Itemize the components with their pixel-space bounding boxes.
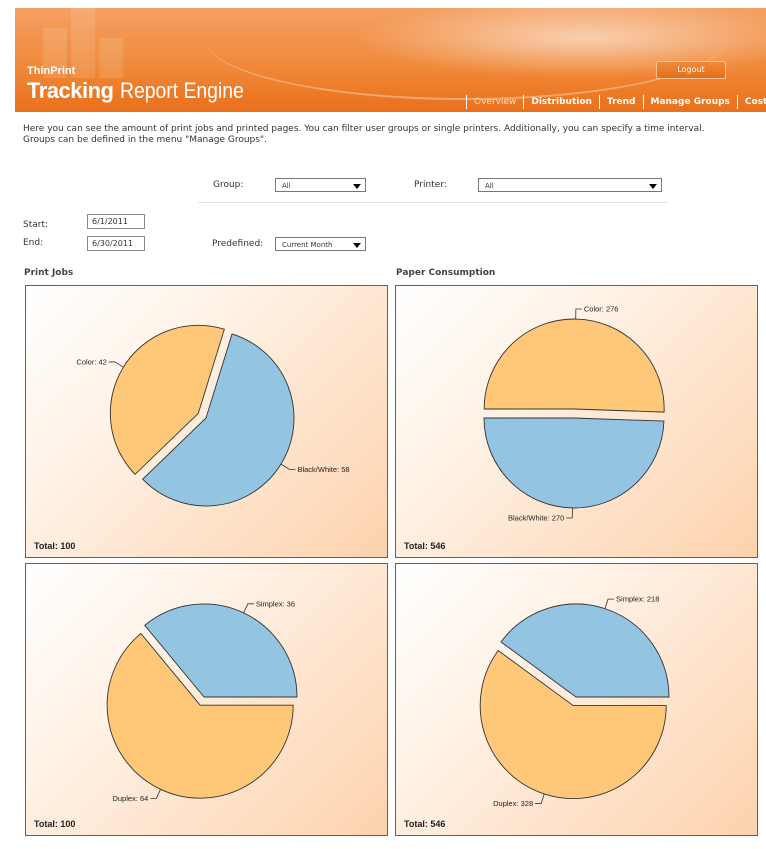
start-label: Start:: [23, 220, 49, 230]
end-date-field[interactable]: 6/30/2011: [87, 236, 145, 251]
brand-company: ThinPrint: [27, 65, 76, 77]
chart-panel-jobs-duplex: Simplex: 36 Duplex: 64 Total: 100: [25, 563, 388, 836]
pie-slice-label: Simplex: 218: [616, 595, 659, 604]
app-header: ThinPrint Tracking Report Engine Logout …: [15, 8, 766, 112]
brand-title-rest: Report Engine: [119, 78, 244, 103]
logout-button[interactable]: Logout: [656, 61, 726, 79]
pie-leader-line: [566, 507, 573, 519]
pie-slice-label: Color: 276: [584, 305, 619, 314]
intro-text: Here you can see the amount of print job…: [23, 124, 705, 145]
pie-slice-label: Duplex: 64: [112, 794, 148, 803]
pie-slice-color: [483, 318, 665, 413]
predefined-label: Predefined:: [212, 239, 264, 249]
pie-slice-label: Black/White: 270: [508, 513, 564, 522]
tab-costs[interactable]: Costs: [736, 95, 766, 109]
chart-total: Total: 100: [34, 541, 76, 551]
chevron-down-icon: [649, 184, 657, 189]
printer-select-value: All: [485, 182, 494, 190]
group-label: Group:: [213, 180, 244, 190]
brand-title: Tracking Report Engine: [27, 78, 260, 104]
pie-slice-label: Simplex: 36: [256, 599, 295, 608]
chart-total: Total: 546: [404, 541, 446, 551]
chart-total: Total: 546: [404, 819, 446, 829]
chart-total: Total: 100: [34, 819, 76, 829]
tab-manage-groups[interactable]: Manage Groups: [642, 95, 737, 109]
pie-leader-line: [280, 463, 296, 470]
pie-slice-black-white: [483, 417, 665, 509]
pie-slice-label: Duplex: 328: [493, 799, 533, 808]
start-date-field[interactable]: 6/1/2011: [87, 214, 145, 229]
pie-leader-line: [535, 793, 545, 804]
chevron-down-icon: [353, 243, 361, 248]
predefined-select[interactable]: Current Month: [275, 237, 366, 251]
chart-panel-pages-duplex: Simplex: 218 Duplex: 328 Total: 546: [395, 563, 758, 836]
tab-distribution[interactable]: Distribution: [523, 95, 599, 109]
pie-chart: Black/White: 270 Color: 276: [483, 305, 665, 522]
pie-leader-line: [575, 308, 582, 320]
end-label: End:: [23, 238, 44, 248]
tab-trend[interactable]: Trend: [598, 95, 643, 109]
paper-consumption-title: Paper Consumption: [396, 268, 496, 278]
brand-title-bold: Tracking: [27, 78, 114, 103]
pie-chart: Simplex: 218 Duplex: 328: [479, 595, 670, 808]
group-select-value: All: [282, 182, 291, 190]
main-nav: Overview Distribution Trend Manage Group…: [466, 94, 766, 110]
predefined-select-value: Current Month: [282, 241, 333, 249]
printer-select[interactable]: All: [478, 178, 662, 192]
pie-chart: Black/White: 58 Color: 42: [76, 324, 350, 507]
printer-label: Printer:: [414, 180, 447, 190]
tab-overview[interactable]: Overview: [466, 95, 523, 109]
pie-chart: Simplex: 36 Duplex: 64: [106, 599, 298, 803]
chart-panel-jobs-color: Black/White: 58 Color: 42 Total: 100: [25, 285, 388, 558]
group-select[interactable]: All: [275, 178, 366, 192]
pie-slice-label: Black/White: 58: [297, 465, 349, 474]
filter-divider: [198, 202, 668, 203]
pie-leader-line: [150, 789, 161, 799]
pie-slice-label: Color: 42: [76, 357, 106, 366]
chevron-down-icon: [353, 184, 361, 189]
pie-leader-line: [604, 598, 615, 609]
chart-panel-pages-color: Black/White: 270 Color: 276 Total: 546: [395, 285, 758, 558]
print-jobs-title: Print Jobs: [24, 268, 74, 278]
pie-leader-line: [243, 603, 254, 614]
pie-leader-line: [108, 361, 124, 368]
